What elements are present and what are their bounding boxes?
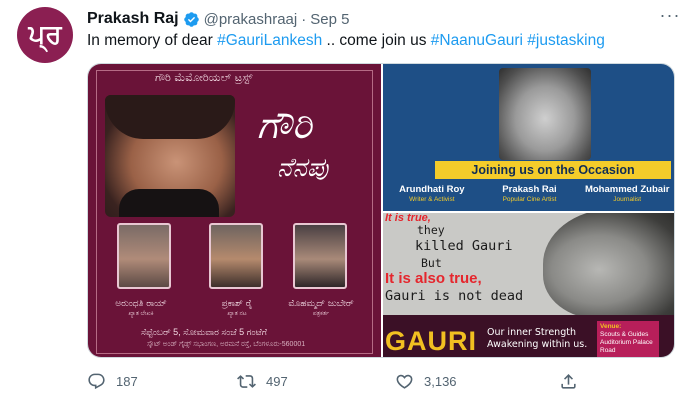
more-options-icon[interactable]: ···	[658, 6, 682, 28]
guest-2: Prakash Rai Popular Cine Artist	[481, 180, 579, 211]
poster-title-line1: ಗೌರಿ	[257, 103, 312, 147]
media-grid: ಗೌರಿ ಮೆಮೋರಿಯಲ್ ಟ್ರಸ್ಟ್ ಗೌರಿ ನೆನಪು ಅರುಂಧತ…	[87, 63, 675, 358]
hashtag-justasking[interactable]: #justasking	[527, 32, 605, 49]
reply-count: 187	[116, 373, 138, 389]
quote-line-3: killed Gauri	[415, 238, 513, 254]
quote-line-2: they	[417, 223, 445, 237]
poster-title-line2: ನೆನಪು	[277, 153, 329, 183]
venue-text: Scouts & Guides Auditorium Palace Road	[600, 331, 653, 354]
poster-trust-name: ಗೌರಿ ಮೆಮೋರಿಯಲ್ ಟ್ರಸ್ಟ್	[155, 71, 253, 84]
quote-line-5: It is also true,	[385, 270, 482, 287]
guest-name: Prakash Rai	[502, 184, 557, 195]
poster-frame: ಗೌರಿ ಮೆಮೋರಿಯಲ್ ಟ್ರಸ್ಟ್ ಗೌರಿ ನೆನಪು ಅರುಂಧತ…	[96, 70, 373, 354]
speaker-role-1: ಖ್ಯಾತ ಲೇಖಕಿ	[128, 311, 154, 317]
occasion-banner-text: Joining us on the Occasion	[471, 163, 635, 177]
handle[interactable]: @prakashraaj	[204, 11, 298, 28]
speaker-photo-3	[293, 223, 347, 289]
quote-line-6: Gauri is not dead	[385, 288, 524, 304]
guest-name: Mohammed Zubair	[584, 184, 670, 195]
speaker-role-2: ಖ್ಯಾತ ನಟ	[227, 311, 247, 317]
tagline-1: Our inner Strength	[487, 327, 576, 338]
retweet-icon	[237, 374, 256, 388]
share-icon	[561, 373, 576, 389]
portrait-shirt	[119, 189, 219, 217]
speaker-name-1: ಅರುಂಧತಿ ರಾಯ್	[115, 299, 167, 309]
tweet-actions: 187 497 3,136	[87, 371, 587, 391]
media-image-kannada-poster[interactable]: ಗೌರಿ ಮೆಮೋರಿಯಲ್ ಟ್ರಸ್ಟ್ ಗೌರಿ ನೆನಪು ಅರುಂಧತ…	[88, 64, 381, 357]
quote-line-4: But	[421, 256, 442, 270]
guest-name: Arundhati Roy	[399, 184, 465, 195]
guest-3: Mohammed Zubair Journalist	[578, 180, 674, 211]
display-name[interactable]: Prakash Raj	[87, 10, 179, 28]
heart-icon	[396, 374, 413, 389]
separator-dot: ·	[301, 10, 307, 28]
like-button[interactable]: 3,136	[395, 371, 457, 391]
media-image-gauri-quote[interactable]: It is true, they killed Gauri But It is …	[383, 213, 674, 357]
venue-box: Venue: Scouts & Guides Auditorium Palace…	[597, 321, 659, 357]
verified-badge-icon	[183, 11, 199, 27]
reply-button[interactable]: 187	[87, 371, 138, 391]
tweet-header: Prakash Raj @prakashraaj · Sep 5	[87, 9, 349, 29]
avatar[interactable]: ਪ੍ਰ	[17, 7, 73, 63]
profile-portrait	[543, 213, 674, 319]
hashtag-naanugauri[interactable]: #NaanuGauri	[431, 32, 523, 49]
media-image-joining-us[interactable]: Joining us on the Occasion Arundhati Roy…	[383, 64, 674, 211]
guest-role: Journalist	[613, 196, 642, 203]
tagline-2: Awakening within us.	[487, 339, 588, 350]
guest-list: Arundhati Roy Writer & Activist Prakash …	[383, 180, 674, 211]
speaker-photo-2	[209, 223, 263, 289]
poster-date-line: ಸೆಪ್ಟೆಂಬರ್ 5, ಸೋಮವಾರ ಸಂಜೆ 5 ಗಂಟೆಗೆ	[141, 327, 267, 337]
guest-role: Popular Cine Artist	[502, 196, 557, 203]
venue-heading: Venue:	[600, 323, 622, 330]
tweet-text: In memory of dear #GauriLankesh .. come …	[87, 32, 605, 50]
tweet-text-middle: .. come join us	[322, 32, 431, 49]
tweet[interactable]: ਪ੍ਰ Prakash Raj @prakashraaj · Sep 5 ···…	[0, 0, 700, 400]
gauri-brand: GAURI	[385, 326, 477, 356]
retweet-count: 497	[266, 373, 288, 389]
share-button[interactable]	[559, 371, 588, 391]
speaker-role-3: ಪತ್ರಕರ್ತ	[312, 311, 330, 317]
guest-role: Writer & Activist	[409, 196, 455, 203]
retweet-button[interactable]: 497	[237, 371, 288, 391]
reply-icon	[88, 373, 105, 389]
speaker-photo-1	[117, 223, 171, 289]
like-count: 3,136	[424, 373, 457, 389]
occasion-banner: Joining us on the Occasion	[435, 161, 671, 179]
portrait-photo	[499, 68, 591, 160]
guest-1: Arundhati Roy Writer & Activist	[383, 180, 481, 211]
speaker-name-2: ಪ್ರಕಾಶ್ ರೈ	[221, 299, 253, 309]
portrait-hair	[105, 95, 235, 139]
tweet-date[interactable]: Sep 5	[310, 11, 349, 28]
speaker-name-3: ಮೊಹಮ್ಮದ್ ಜುಬೇರ್	[288, 299, 354, 309]
poster-venue-line: ಸ್ಕೌಟ್ ಅಂಡ್ ಗೈಡ್ಸ್ ಸಭಾಂಗಣ, ಅರಮನೆ ರಸ್ತೆ, …	[147, 341, 306, 348]
tweet-text-prefix: In memory of dear	[87, 32, 218, 49]
poster-main-portrait	[105, 95, 235, 217]
avatar-glyph: ਪ੍ਰ	[28, 19, 62, 50]
hashtag-gaurilankesh[interactable]: #GauriLankesh	[217, 32, 322, 49]
